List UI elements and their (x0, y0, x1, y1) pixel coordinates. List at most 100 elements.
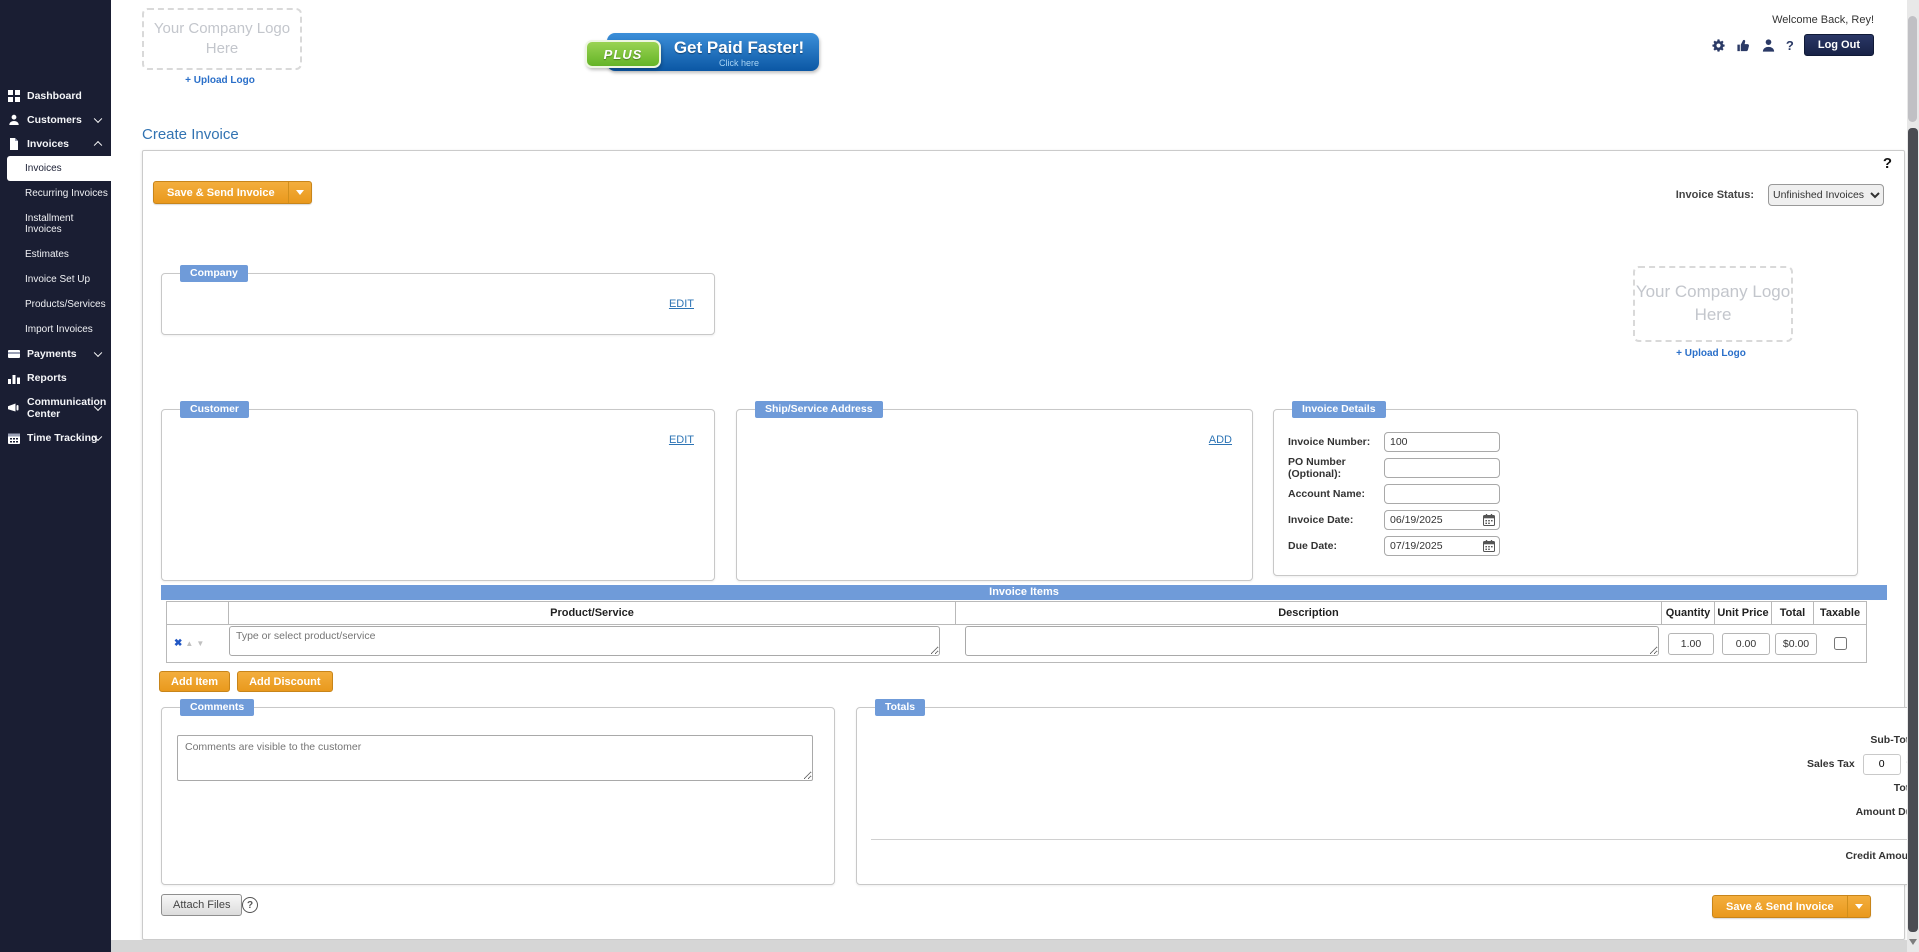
invoice-number-label: Invoice Number: (1288, 436, 1384, 448)
sidebar-label: Reports (27, 372, 67, 384)
sidebar-subitem-estimates[interactable]: Estimates (0, 242, 111, 267)
scrollbar-down-arrow-icon[interactable] (1909, 939, 1917, 945)
credit-card-icon (8, 348, 20, 360)
calendar-picker-icon[interactable] (1483, 513, 1495, 525)
comments-input[interactable] (177, 735, 813, 781)
invoice-status-select[interactable]: Unfinished Invoices (1768, 184, 1884, 206)
product-service-input[interactable] (229, 626, 940, 656)
sidebar-subitem-invoices[interactable]: Invoices (7, 156, 111, 181)
sidebar-item-invoices[interactable]: Invoices (0, 132, 111, 156)
header-logo-placeholder[interactable]: Your Company Logo Here (142, 8, 302, 70)
sidebar-subitem-recurring-invoices[interactable]: Recurring Invoices (0, 181, 111, 206)
banner-click-here-link[interactable]: Click here (659, 58, 819, 68)
header-upload-logo-link[interactable]: + Upload Logo (185, 75, 255, 86)
gear-icon[interactable] (1711, 38, 1726, 53)
invoice-status-label: Invoice Status: (1676, 189, 1754, 201)
chevron-down-icon (94, 349, 102, 357)
column-header-total: Total (1772, 601, 1814, 624)
row-move-up-icon[interactable]: ▲ (185, 640, 193, 648)
sidebar-subitem-import-invoices[interactable]: Import Invoices (0, 317, 111, 342)
company-edit-link[interactable]: EDIT (669, 298, 694, 310)
column-header-taxable: Taxable (1814, 601, 1866, 624)
scrollbar-dark-region[interactable] (1908, 128, 1918, 932)
calendar-icon (8, 432, 20, 444)
due-date-label: Due Date: (1288, 540, 1384, 552)
help-icon[interactable]: ? (1786, 38, 1794, 53)
attach-files-help-icon[interactable]: ? (242, 897, 258, 913)
invoice-item-row: ✖ ▲ ▼ (167, 625, 1866, 662)
customer-section: Customer EDIT (161, 409, 715, 581)
banner-title: Get Paid Faster! (659, 38, 819, 58)
scrollbar-thumb[interactable] (1908, 16, 1917, 122)
invoice-upload-logo-link[interactable]: + Upload Logo (1676, 348, 1746, 359)
save-send-invoice-button-bottom[interactable]: Save & Send Invoice (1712, 895, 1871, 918)
sidebar-subitem-products-services[interactable]: Products/Services (0, 292, 111, 317)
invoice-details-section-tab: Invoice Details (1292, 401, 1386, 418)
delete-row-icon[interactable]: ✖ (174, 638, 182, 649)
unit-price-input[interactable] (1722, 633, 1770, 655)
page-title: Create Invoice (142, 126, 239, 143)
sidebar-item-payments[interactable]: Payments (0, 342, 111, 366)
megaphone-icon (8, 402, 20, 414)
comments-section-tab: Comments (180, 699, 254, 716)
caret-down-icon (1855, 904, 1863, 909)
account-name-input[interactable] (1384, 484, 1500, 504)
invoice-logo-placeholder[interactable]: Your Company Logo Here (1633, 266, 1793, 342)
add-discount-button[interactable]: Add Discount (237, 671, 333, 692)
panel-help-icon[interactable]: ? (1883, 155, 1892, 172)
company-section: Company EDIT (161, 273, 715, 335)
column-header-description: Description (956, 601, 1662, 624)
chevron-up-icon (94, 141, 102, 149)
company-section-tab: Company (180, 265, 248, 282)
attach-files-button[interactable]: Attach Files (161, 894, 242, 916)
invoice-items-table: Product/Service Description Quantity Uni… (166, 601, 1867, 663)
save-send-dropdown-toggle[interactable] (1847, 896, 1870, 917)
save-send-label: Save & Send Invoice (154, 182, 288, 203)
ship-service-address-section: Ship/Service Address ADD (736, 409, 1253, 581)
save-send-dropdown-toggle[interactable] (288, 182, 311, 203)
bar-chart-icon (8, 372, 20, 384)
items-table-header-row: Product/Service Description Quantity Uni… (167, 601, 1866, 625)
sidebar-item-time-tracking[interactable]: Time Tracking (0, 426, 111, 450)
save-send-invoice-button-top[interactable]: Save & Send Invoice (153, 181, 312, 204)
sidebar-label: Dashboard (27, 90, 82, 102)
sidebar-label: Customers (27, 114, 82, 126)
user-icon (8, 114, 20, 126)
ship-address-add-link[interactable]: ADD (1209, 434, 1232, 446)
po-number-input[interactable] (1384, 458, 1500, 478)
bottom-strip (111, 940, 1907, 952)
totals-divider (871, 839, 1919, 840)
sidebar-item-dashboard[interactable]: Dashboard (0, 84, 111, 108)
sidebar-item-reports[interactable]: Reports (0, 366, 111, 390)
sidebar-item-communication-center[interactable]: Communication Center (0, 390, 111, 426)
column-header-unit-price: Unit Price (1715, 601, 1772, 624)
column-header-quantity: Quantity (1662, 601, 1715, 624)
taxable-checkbox[interactable] (1834, 637, 1847, 650)
calendar-picker-icon[interactable] (1483, 539, 1495, 551)
quantity-input[interactable] (1668, 633, 1714, 655)
sidebar-label: Invoices (27, 138, 69, 150)
invoice-number-input[interactable] (1384, 432, 1500, 452)
logout-button[interactable]: Log Out (1804, 34, 1874, 56)
invoice-date-label: Invoice Date: (1288, 514, 1384, 526)
row-move-down-icon[interactable]: ▼ (196, 640, 204, 648)
row-total-input[interactable] (1775, 633, 1817, 655)
caret-down-icon (296, 190, 304, 195)
thumbs-up-icon[interactable] (1736, 38, 1751, 53)
sidebar-label: Time Tracking (27, 432, 97, 444)
sales-tax-percent-input[interactable] (1863, 754, 1901, 775)
sidebar-subitem-installment-invoices[interactable]: Installment Invoices (0, 206, 111, 242)
user-profile-icon[interactable] (1761, 38, 1776, 53)
sidebar-item-customers[interactable]: Customers (0, 108, 111, 132)
customer-edit-link[interactable]: EDIT (669, 434, 694, 446)
welcome-message: Welcome Back, Rey! (1711, 14, 1874, 26)
invoice-items-header-bar: Invoice Items (161, 585, 1887, 600)
description-input[interactable] (965, 626, 1659, 656)
invoice-details-section: Invoice Details Invoice Number: PO Numbe… (1273, 409, 1858, 576)
sidebar-subitem-invoice-set-up[interactable]: Invoice Set Up (0, 267, 111, 292)
add-item-button[interactable]: Add Item (159, 671, 230, 692)
column-header-product: Product/Service (229, 601, 956, 624)
dashboard-grid-icon (8, 90, 20, 102)
file-icon (8, 138, 20, 150)
sidebar-label: Payments (27, 348, 77, 360)
